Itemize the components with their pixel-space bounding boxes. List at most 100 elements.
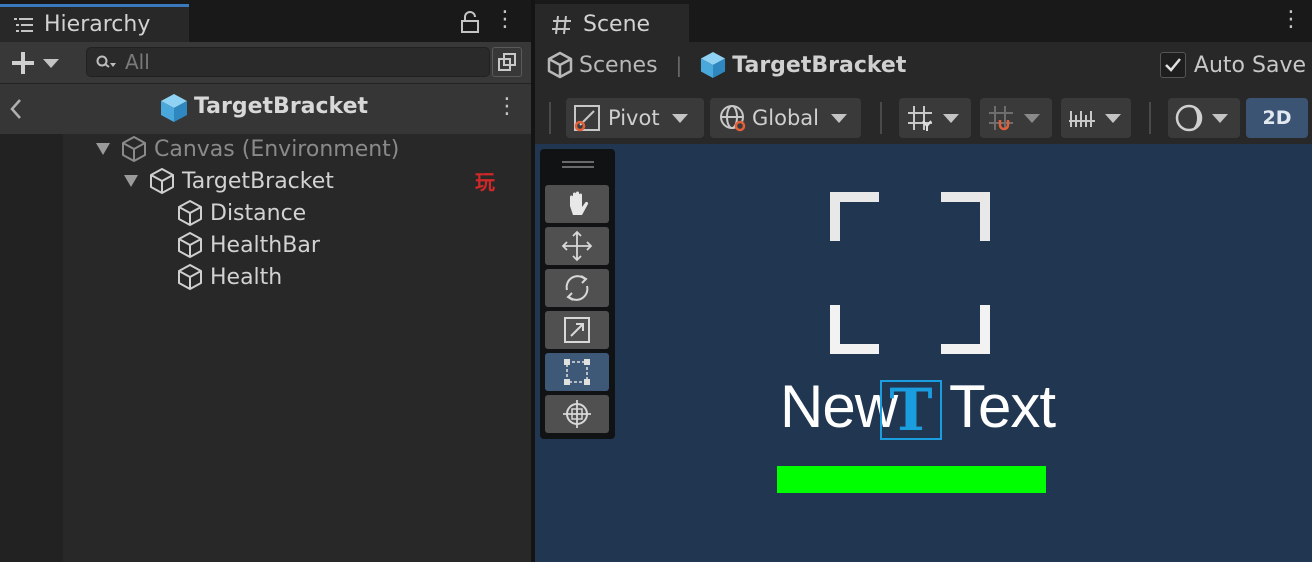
move-icon [561,230,593,262]
overlay-grip-icon[interactable] [562,166,594,168]
unity-cube-icon [701,52,726,78]
tree-item-label: Distance [210,200,307,226]
shading-mode-dropdown[interactable] [1168,98,1240,138]
tree-item-targetbracket[interactable]: TargetBracket [124,165,334,197]
breadcrumb-target-label: TargetBracket [732,52,907,78]
gameobject-icon [178,232,202,258]
list-icon [14,17,33,32]
tree-item-canvas[interactable]: Canvas (Environment) [96,133,399,165]
tree-item-healthbar[interactable]: HealthBar [176,229,320,261]
back-chevron-icon[interactable] [8,97,24,121]
lock-icon[interactable] [459,10,481,34]
move-tool-button[interactable] [545,227,609,265]
tree-gutter [0,134,63,562]
plus-icon [12,52,34,74]
auto-save-label: Auto Save [1193,52,1306,78]
scale-icon [564,317,590,343]
hierarchy-tab-label: Hierarchy [44,12,151,37]
expand-arrow-icon[interactable] [96,143,110,155]
rotate-tool-button[interactable] [545,269,609,307]
chevron-down-icon [1024,113,1040,123]
pivot-dropdown[interactable]: Pivot [566,98,704,138]
text-gizmo-icon[interactable]: T [880,380,942,440]
overlay-grip-icon[interactable] [562,161,594,163]
prefab-mode-header: TargetBracket ⋮ [0,84,531,134]
tab-scene[interactable]: Scene [535,4,689,42]
breadcrumb-scenes[interactable]: Scenes [547,51,658,79]
tree-item-label: HealthBar [210,232,320,258]
create-dropdown-button[interactable] [10,50,60,76]
chevron-down-icon [831,113,847,123]
breadcrumb-separator: | [675,53,683,77]
shading-icon [1175,104,1203,132]
tree-item-health[interactable]: Health [176,261,282,293]
auto-save-toggle[interactable]: Auto Save [1159,52,1306,78]
rect-tool-button[interactable] [545,353,609,391]
gameobject-icon [178,200,202,226]
toolbar-separator [880,102,882,134]
scene-toolbar: Pivot Global 2D [535,92,1312,144]
unity-cube-icon [161,94,187,122]
search-icon [96,55,116,68]
increment-snap-dropdown[interactable] [980,98,1052,138]
rotate-icon [565,275,589,301]
chevron-down-icon [943,113,959,123]
more-icon[interactable]: ⋮ [493,9,517,31]
gameobject-icon [178,264,202,290]
gameobject-icon [122,136,146,162]
hierarchy-tabbar: Hierarchy ⋮ [0,0,531,42]
target-bracket-graphic[interactable] [829,191,991,355]
global-label: Global [752,106,819,130]
hierarchy-search-field[interactable]: All [86,47,490,77]
tools-overlay [540,149,615,439]
globe-icon [720,105,746,132]
global-dropdown[interactable]: Global [710,98,861,138]
hierarchy-panel: Hierarchy ⋮ All TargetBracket ⋮ Canvas (… [0,0,531,562]
grid-snap-icon [908,106,932,131]
search-placeholder: All [125,50,150,74]
pivot-icon [574,105,600,132]
grid-snap-dropdown[interactable] [899,98,971,138]
toolbar-separator [1149,102,1151,134]
health-bar-fill[interactable] [777,466,1046,493]
scene-panel: Scene ⋮ Scenes | TargetBracket Auto Save… [535,0,1312,562]
scene-search-toggle-button[interactable] [492,47,522,77]
hand-tool-button[interactable] [545,185,609,223]
toolbar-grip[interactable] [549,102,551,134]
scene-tab-label: Scene [583,12,651,37]
rect-icon [564,359,590,385]
chevron-down-icon [1105,113,1121,123]
ruler-icon [1069,111,1095,127]
pivot-label: Pivot [608,106,660,130]
unity-logo-icon [547,51,573,79]
scene-tabbar: Scene ⋮ [535,0,1312,42]
tree-item-label: Health [210,264,283,290]
scene-viewport[interactable]: New Text T [535,144,1312,562]
hand-icon [570,191,589,215]
checkmark-icon [1165,58,1181,72]
gameobject-icon [150,168,174,194]
tree-item-label: TargetBracket [182,168,334,194]
package-badge-icon: 玩 [475,169,495,194]
breadcrumb: Scenes | TargetBracket Auto Save [535,42,1312,88]
breadcrumb-scenes-label: Scenes [579,52,658,78]
increment-snap-icon [989,106,1013,131]
chevron-down-icon [671,113,688,123]
transform-icon [563,400,591,428]
scene-more-icon[interactable]: ⋮ [1279,9,1303,31]
hash-icon [552,15,571,34]
2d-mode-button[interactable]: 2D [1246,98,1308,138]
chevron-down-icon [1212,113,1228,123]
tree-item-distance[interactable]: Distance [176,197,306,229]
tree-item-label: Canvas (Environment) [154,136,400,162]
expand-arrow-icon[interactable] [124,175,138,187]
chevron-down-icon [43,59,59,68]
scale-tool-button[interactable] [545,311,609,349]
transform-tool-button[interactable] [545,395,609,433]
ruler-dropdown[interactable] [1061,98,1131,138]
auto-save-checkbox[interactable] [1159,52,1186,78]
prefab-more-icon[interactable]: ⋮ [495,96,519,118]
distance-text-right: Text [949,373,1056,440]
breadcrumb-targetbracket[interactable]: TargetBracket [700,51,906,79]
tab-hierarchy[interactable]: Hierarchy [0,4,189,42]
